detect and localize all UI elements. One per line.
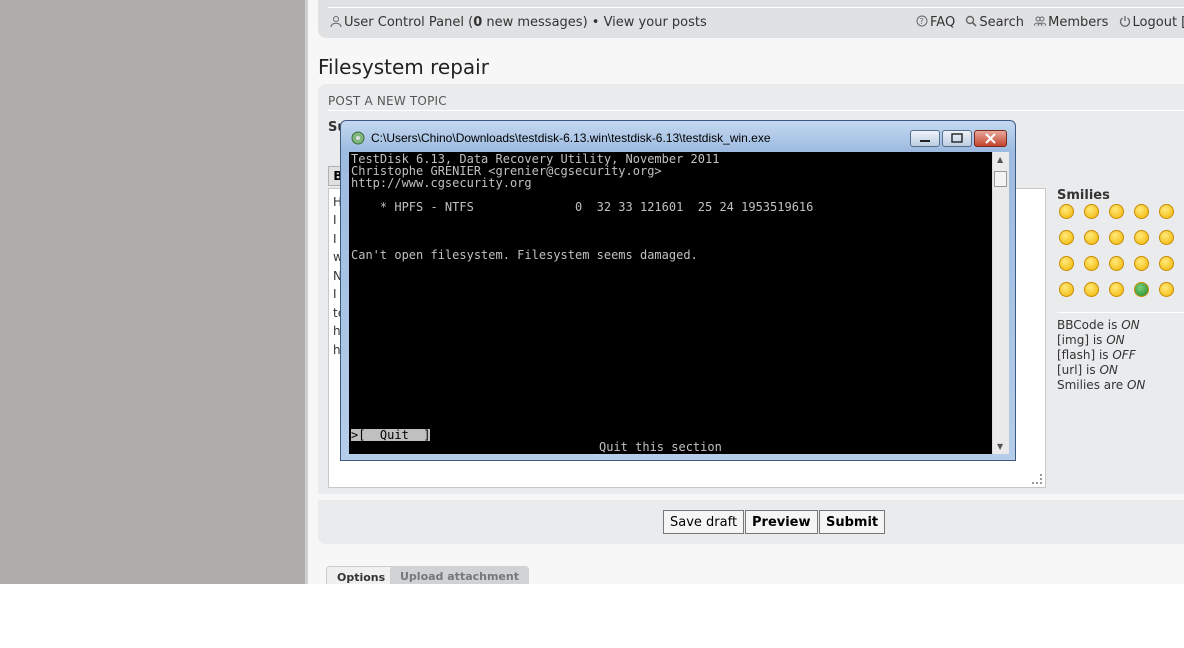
- faq-label: FAQ: [930, 15, 956, 30]
- user-control-panel-link[interactable]: User Control Panel: [344, 15, 464, 30]
- bbcode-status: BBCode is ON [img] is ON [flash] is OFF …: [1057, 318, 1145, 393]
- very-happy-icon[interactable]: [1059, 204, 1074, 219]
- search-label: Search: [979, 15, 1024, 30]
- submit-button[interactable]: Submit: [819, 510, 886, 534]
- exclaim-icon[interactable]: [1159, 256, 1174, 271]
- messages-open: (: [463, 15, 474, 30]
- evil-icon[interactable]: [1084, 256, 1099, 271]
- logout-label: Logout [ chi: [1132, 15, 1184, 30]
- editor-line: I: [333, 287, 337, 301]
- neutral-icon[interactable]: [1109, 282, 1124, 297]
- navbar-divider: [328, 7, 1184, 8]
- maximize-button[interactable]: [942, 130, 972, 147]
- smilies-panel: Smilies BBCode is ON [img] is ON [flash]…: [1057, 188, 1184, 498]
- flash-status-line: [flash] is OFF: [1057, 348, 1136, 362]
- resize-grip-icon[interactable]: [1032, 474, 1042, 484]
- idea-icon[interactable]: [1059, 282, 1074, 297]
- console-line: http://www.cgsecurity.org: [351, 176, 532, 190]
- logout-link[interactable]: Logout [ chi: [1119, 15, 1184, 30]
- messages-text: new messages) •: [482, 15, 600, 30]
- nav-right: ? FAQ Search Members Logout [ chi: [916, 15, 1184, 30]
- mad-icon[interactable]: [1134, 230, 1149, 245]
- editor-line: I: [333, 232, 337, 246]
- close-icon: [985, 133, 996, 144]
- tab-options[interactable]: Options: [326, 566, 397, 584]
- sunglasses-icon[interactable]: [1084, 230, 1099, 245]
- scrollbar-thumb[interactable]: [994, 171, 1007, 187]
- members-label: Members: [1048, 15, 1109, 30]
- rolleyes-icon[interactable]: [1134, 256, 1149, 271]
- user-icon: [330, 16, 342, 27]
- confused-icon[interactable]: [1059, 230, 1074, 245]
- view-posts-link[interactable]: View your posts: [604, 15, 707, 30]
- smile-icon[interactable]: [1084, 204, 1099, 219]
- smilies-status-line: Smilies are ON: [1057, 378, 1146, 392]
- navbar: User Control Panel (0 new messages) • Vi…: [318, 0, 1184, 38]
- search-link[interactable]: Search: [965, 15, 1024, 30]
- console-scrollbar[interactable]: ▲ ▼: [992, 152, 1009, 454]
- scroll-up-icon[interactable]: ▲: [997, 155, 1003, 164]
- error-message: Can't open filesystem. Filesystem seems …: [351, 248, 698, 262]
- editor-line: I: [333, 213, 337, 227]
- save-draft-button[interactable]: Save draft: [663, 510, 745, 534]
- maximize-icon: [951, 133, 963, 143]
- twisted-icon[interactable]: [1109, 256, 1124, 271]
- search-icon: [966, 15, 977, 27]
- preview-button[interactable]: Preview: [745, 510, 818, 534]
- desktop-background: [0, 0, 305, 584]
- razz-icon[interactable]: [1159, 230, 1174, 245]
- console-output[interactable]: TestDisk 6.13, Data Recovery Utility, No…: [349, 152, 992, 454]
- geek-icon[interactable]: [1159, 282, 1174, 297]
- svg-text:?: ?: [920, 17, 924, 26]
- form-heading: POST A NEW TOPIC: [328, 94, 447, 108]
- url-status-line: [url] is ON: [1057, 363, 1118, 377]
- partition-line: * HPFS - NTFS 0 32 33 121601 25 24 19535…: [351, 200, 814, 214]
- help-icon: ?: [916, 15, 928, 27]
- members-icon: [1034, 16, 1047, 27]
- wink-icon[interactable]: [1109, 204, 1124, 219]
- embarrassed-icon[interactable]: [1059, 256, 1074, 271]
- members-link[interactable]: Members: [1034, 15, 1108, 30]
- arrow-icon[interactable]: [1084, 282, 1099, 297]
- laughing-icon[interactable]: [1109, 230, 1124, 245]
- power-icon: [1119, 16, 1130, 27]
- img-status-line: [img] is ON: [1057, 333, 1125, 347]
- quit-menu-option[interactable]: >[ Quit ]: [351, 429, 431, 441]
- minimize-button[interactable]: [910, 130, 940, 147]
- cool-icon[interactable]: [1134, 204, 1149, 219]
- console-app-icon: [351, 131, 365, 145]
- minimize-icon: [920, 140, 930, 142]
- window-title: C:\Users\Chino\Downloads\testdisk-6.13.w…: [371, 131, 771, 145]
- submit-buttons-bar: Save draft Preview Submit: [318, 500, 1184, 544]
- smilies-title: Smilies: [1057, 188, 1110, 203]
- page-title: Filesystem repair: [318, 55, 489, 79]
- faq-link[interactable]: ? FAQ: [916, 15, 955, 30]
- status-hint: Quit this section: [599, 440, 722, 454]
- bbcode-status-line: BBCode is ON: [1057, 318, 1140, 332]
- tab-upload-attachment[interactable]: Upload attachment: [390, 566, 529, 584]
- testdisk-console-window: C:\Users\Chino\Downloads\testdisk-6.13.w…: [340, 120, 1016, 461]
- nav-left: User Control Panel (0 new messages) • Vi…: [330, 15, 707, 30]
- form-divider: [328, 110, 1184, 111]
- scroll-down-icon[interactable]: ▼: [997, 442, 1003, 451]
- close-button[interactable]: [974, 130, 1007, 147]
- new-messages-count[interactable]: 0: [473, 15, 482, 30]
- surprised-icon[interactable]: [1159, 204, 1174, 219]
- smilies-divider: [1057, 312, 1184, 313]
- green-icon[interactable]: [1134, 282, 1149, 297]
